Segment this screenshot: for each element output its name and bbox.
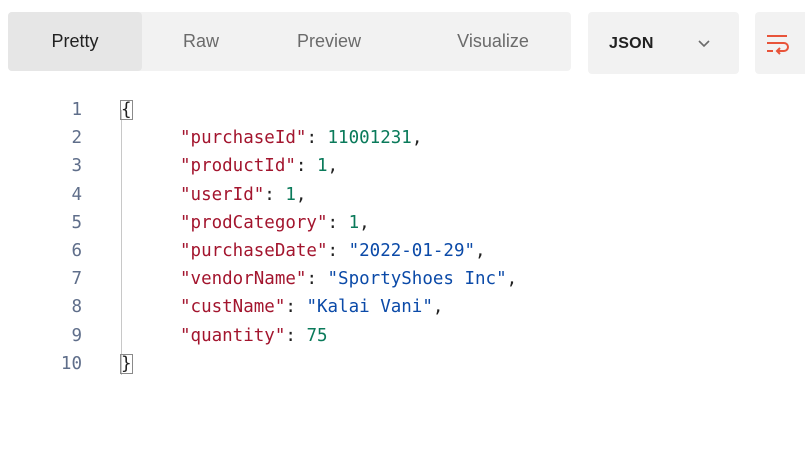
line-number: 5	[71, 212, 82, 233]
json-comma: ,	[295, 184, 307, 205]
json-key: "custName"	[180, 297, 286, 318]
json-value: 11001231	[327, 128, 412, 149]
code-text: }	[120, 350, 133, 378]
json-code-editor[interactable]: 1{2 "purchaseId": 11001231, 3 "productId": …	[0, 90, 805, 449]
json-separator: :	[285, 325, 307, 346]
code-line: 5 "prodCategory": 1,	[0, 209, 805, 237]
json-key: "userId"	[180, 184, 265, 205]
view-tabs: Pretty Raw Preview Visualize	[8, 12, 571, 71]
tab-visualize[interactable]: Visualize	[428, 12, 558, 71]
line-number: 4	[71, 184, 82, 205]
line-number: 9	[71, 325, 82, 346]
format-select[interactable]: JSON	[588, 12, 739, 74]
tab-preview[interactable]: Preview	[274, 12, 384, 71]
json-comma: ,	[327, 156, 339, 177]
line-number: 2	[71, 128, 82, 149]
wrap-lines-icon	[767, 35, 789, 55]
json-value: "2022-01-29"	[348, 241, 476, 261]
code-text: "userId": 1,	[120, 181, 306, 209]
json-separator: :	[295, 156, 317, 177]
format-selected-value: JSON	[609, 35, 654, 52]
code-line: 3 "productId": 1,	[0, 152, 805, 180]
chevron-down-icon	[698, 40, 710, 48]
json-key: "quantity"	[180, 325, 286, 346]
json-key: "purchaseId"	[180, 128, 307, 149]
json-separator: :	[306, 269, 328, 290]
json-separator: :	[285, 297, 307, 318]
code-line: 2 "purchaseId": 11001231,	[0, 124, 805, 152]
line-number: 6	[71, 241, 82, 261]
json-value: 1	[285, 184, 296, 205]
json-key: "prodCategory"	[180, 212, 328, 233]
code-line: 4 "userId": 1,	[0, 181, 805, 209]
code-text: "productId": 1,	[120, 152, 338, 180]
json-value: "Kalai Vani"	[306, 297, 433, 318]
json-key: "vendorName"	[180, 269, 307, 290]
code-text: "vendorName": "SportyShoes Inc",	[120, 265, 517, 293]
code-text: {	[120, 96, 133, 124]
json-separator: :	[327, 212, 349, 233]
line-number: 7	[71, 269, 82, 290]
json-value: 1	[316, 156, 328, 177]
json-comma: ,	[506, 269, 518, 290]
code-line: 7 "vendorName": "SportyShoes Inc",	[0, 265, 805, 293]
json-separator: :	[306, 128, 328, 149]
json-key: "productId"	[180, 156, 296, 177]
response-toolbar: Pretty Raw Preview Visualize JSON	[0, 0, 805, 90]
line-number: 10	[60, 353, 82, 374]
json-separator: :	[264, 184, 286, 205]
json-value: 75	[306, 325, 328, 346]
tab-raw[interactable]: Raw	[166, 12, 236, 71]
tab-pretty[interactable]: Pretty	[8, 12, 142, 71]
json-separator: :	[327, 241, 349, 261]
json-key: "purchaseDate"	[180, 241, 328, 261]
close-brace: }	[120, 353, 133, 374]
code-line: 9 "quantity": 75	[0, 322, 805, 350]
code-text: "purchaseId": 11001231,	[120, 124, 422, 152]
json-value: 1	[348, 212, 360, 233]
code-text: "purchaseDate": "2022-01-29",	[120, 237, 486, 265]
code-line: 8 "custName": "Kalai Vani",	[0, 293, 805, 321]
line-number: 1	[71, 100, 82, 120]
code-text: "prodCategory": 1,	[120, 209, 370, 237]
code-text: "quantity": 75	[120, 322, 328, 350]
json-value: "SportyShoes Inc"	[327, 269, 507, 290]
code-line: 6 "purchaseDate": "2022-01-29",	[0, 237, 805, 265]
code-line: 1{	[0, 96, 805, 124]
json-comma: ,	[432, 297, 444, 318]
open-brace: {	[120, 100, 133, 120]
wrap-lines-button[interactable]	[755, 12, 805, 74]
code-text: "custName": "Kalai Vani",	[120, 293, 443, 321]
json-comma: ,	[475, 241, 486, 261]
json-comma: ,	[411, 128, 423, 149]
code-line: 10}	[0, 350, 805, 378]
line-number: 8	[71, 297, 82, 318]
json-comma: ,	[359, 212, 370, 233]
line-number: 3	[71, 156, 82, 177]
